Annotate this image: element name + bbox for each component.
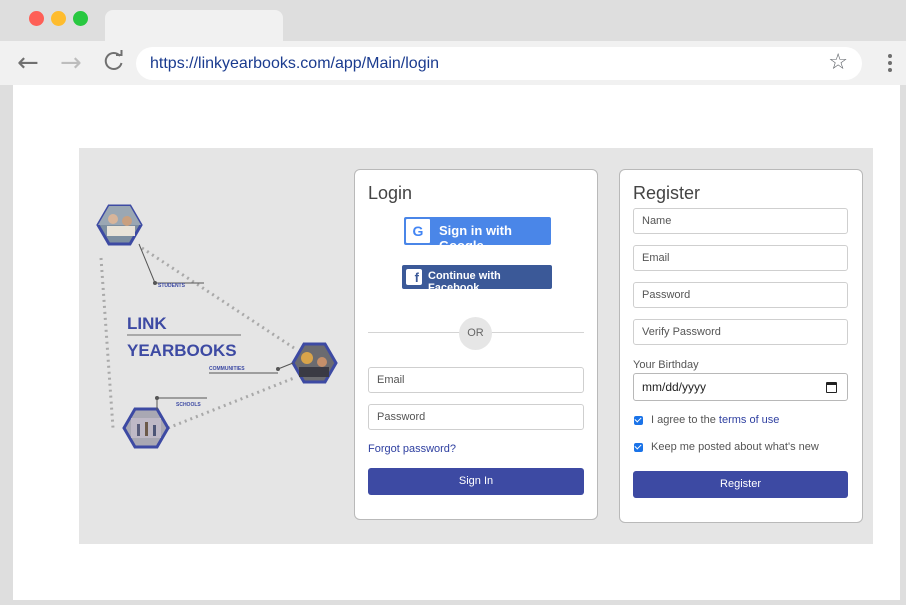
bookmark-star-icon[interactable]: ☆ — [828, 50, 848, 75]
terms-checkbox-label: I agree to the terms of use — [651, 414, 779, 426]
browser-window: ← → https://linkyearbooks.com/app/Main/l… — [0, 0, 906, 605]
facebook-continue-button[interactable]: f Continue with Facebook — [402, 265, 552, 294]
facebook-continue-label: Continue with Facebook — [428, 270, 501, 294]
connector-line — [141, 246, 295, 350]
newsletter-checkbox-label: Keep me posted about what's new — [651, 441, 819, 453]
close-window-button[interactable] — [29, 11, 44, 26]
students-label: STUDENTS — [158, 283, 186, 289]
reload-icon-glyph — [104, 50, 123, 70]
browser-menu-icon[interactable] — [885, 51, 895, 81]
terms-prefix-text: I agree to the — [651, 414, 719, 426]
brand-line-2: YEARBOOKS — [127, 341, 237, 360]
google-sign-in-button[interactable]: G Sign in with Google — [404, 217, 551, 253]
register-verify-password-field[interactable]: Verify Password — [633, 319, 848, 345]
register-password-field[interactable]: Password — [633, 282, 848, 308]
register-card: Register Name Email Password Verify Pass… — [619, 169, 863, 523]
birthday-date-value: mm/dd/yyyy — [642, 380, 707, 394]
address-bar[interactable]: https://linkyearbooks.com/app/Main/login… — [136, 47, 862, 80]
minimize-window-button[interactable] — [51, 11, 66, 26]
url-text: https://linkyearbooks.com/app/Main/login — [150, 55, 440, 72]
calendar-icon[interactable] — [826, 382, 837, 393]
newsletter-checkbox[interactable] — [634, 443, 643, 452]
forward-arrow-icon[interactable]: → — [60, 50, 82, 76]
google-icon: G — [406, 219, 430, 243]
brand-line-1: LINK — [127, 314, 167, 333]
browser-tab[interactable] — [105, 10, 283, 43]
reload-icon[interactable] — [103, 50, 125, 77]
forgot-password-link[interactable]: Forgot password? — [368, 443, 456, 455]
terms-checkbox[interactable] — [634, 416, 643, 425]
register-email-field[interactable]: Email — [633, 245, 848, 271]
sign-in-button[interactable]: Sign In — [368, 468, 584, 495]
communities-pointer — [277, 362, 294, 370]
birthday-date-input[interactable]: mm/dd/yyyy — [633, 373, 848, 401]
brand-divider — [127, 334, 241, 336]
login-email-field[interactable]: Email — [368, 367, 584, 393]
birthday-label: Your Birthday — [633, 359, 699, 371]
or-badge: OR — [459, 317, 492, 350]
schools-label: SCHOOLS — [176, 402, 201, 408]
login-title: Login — [368, 183, 413, 203]
facebook-icon: f — [406, 269, 422, 285]
register-button[interactable]: Register — [633, 471, 848, 498]
terms-of-use-link[interactable]: terms of use — [719, 414, 780, 426]
link-yearbooks-illustration: STUDENTS COMMUNITIES SCHOOLS LINK YEARBO… — [96, 204, 338, 449]
communities-label: COMMUNITIES — [209, 366, 245, 372]
register-title: Register — [633, 183, 701, 203]
login-card: Login G Sign in with Google f Continue w… — [354, 169, 598, 520]
communities-photo-hexagon — [291, 342, 338, 384]
students-photo-hexagon — [96, 204, 143, 246]
back-arrow-icon[interactable]: ← — [17, 50, 39, 76]
students-pointer — [138, 243, 156, 284]
register-name-field[interactable]: Name — [633, 208, 848, 234]
login-password-field[interactable]: Password — [368, 404, 584, 430]
schools-photo-hexagon — [122, 407, 170, 449]
connector-line — [99, 257, 115, 429]
maximize-window-button[interactable] — [73, 11, 88, 26]
google-sign-in-label: Sign in with Google — [439, 223, 512, 253]
